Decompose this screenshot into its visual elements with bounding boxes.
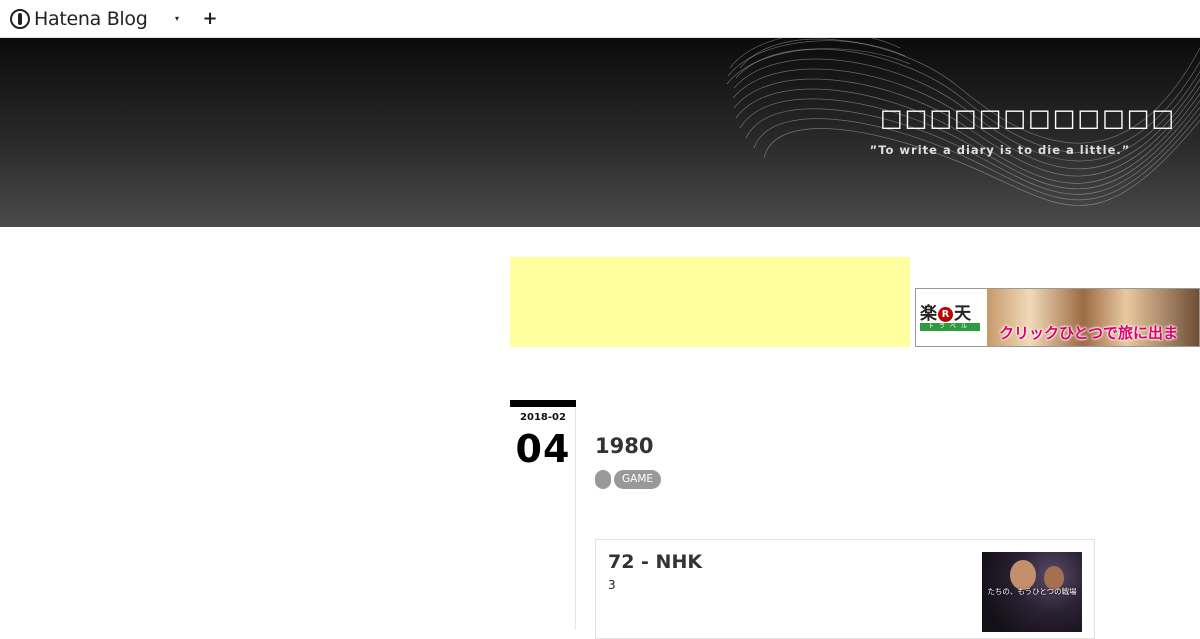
hatena-topbar: Hatena Blog ▾ + [0,0,1200,38]
logo-kanji-ten: 天 [954,304,971,324]
rakuten-r-icon: R [938,307,953,322]
category-tag-empty[interactable] [595,470,611,489]
logo-text: Hatena Blog [34,8,148,30]
header-wave-decoration [726,38,1200,206]
ad-banner-text: クリックひとつで旅に出ま [999,324,1178,342]
entry-date-year-month: 2018-02 [520,412,566,423]
logo-travel-label: トラベル [920,323,980,331]
advertisement-placeholder[interactable] [510,257,910,347]
blog-header: □□□□□□□□□□□□ ”To write a diary is to die… [0,38,1200,227]
blog-description: ”To write a diary is to die a little.” [869,143,1131,157]
entry-date[interactable]: 2018-02 04 [510,400,576,475]
entry-title[interactable]: 1980 [595,434,653,458]
entry-date-day: 04 [515,427,571,471]
hatena-logo-icon [10,9,30,29]
embed-card-title[interactable]: 72 - NHK [608,551,702,573]
logo-kanji-raku: 楽 [920,304,937,324]
embedded-link-card[interactable]: 72 - NHK 3 たちの、もうひとつの戦場 [595,539,1095,639]
rakuten-travel-logo: 楽R天 トラベル [916,289,986,346]
hatena-blog-logo[interactable]: Hatena Blog [10,7,148,31]
menu-dropdown-caret-icon[interactable]: ▾ [171,9,183,27]
embed-card-thumbnail[interactable]: たちの、もうひとつの戦場 [982,552,1082,632]
blog-title[interactable]: □□□□□□□□□□□□ [880,104,1174,132]
ad-food-photo: クリックひとつで旅に出ま [987,289,1199,346]
category-tag-game[interactable]: GAME [614,470,662,489]
embed-card-description: 3 [608,578,616,592]
entry-divider-line [575,407,576,630]
thumbnail-caption: たちの、もうひとつの戦場 [987,587,1077,596]
add-post-plus-icon[interactable]: + [201,7,219,29]
rakuten-travel-ad-banner[interactable]: 楽R天 トラベル クリックひとつで旅に出ま [915,288,1200,347]
